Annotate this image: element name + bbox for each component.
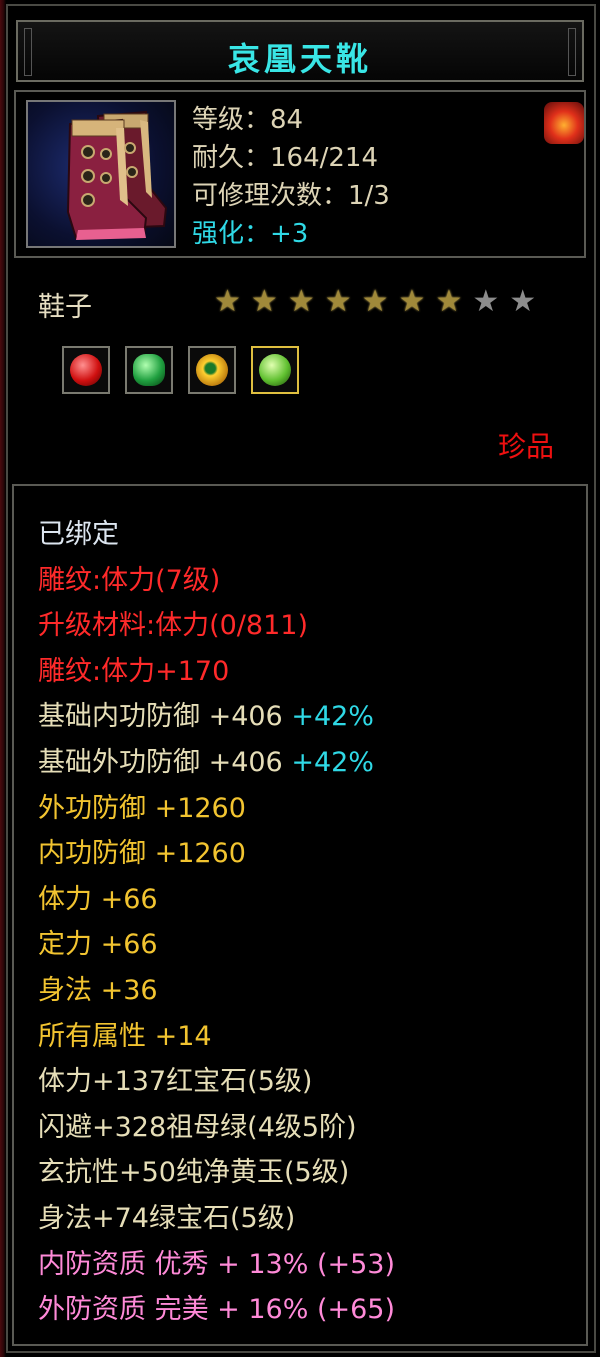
outer-defense: 外功防御 +1260 xyxy=(38,792,246,824)
green-gem-icon[interactable] xyxy=(251,346,299,394)
base-outer-defense-value: 基础外功防御 +406 xyxy=(38,746,292,778)
stamina-stat: 体力 +66 xyxy=(38,883,158,915)
star-rating: ★ ★ ★ ★ ★ ★ ★ ★ ★ xyxy=(214,286,536,318)
boots-icon xyxy=(66,110,168,240)
engrave-level: 雕纹:体力(7级) xyxy=(38,564,221,596)
fire-badge-icon xyxy=(544,102,584,144)
gem-bonus-line: 玄抗性+50纯净黄玉(5级) xyxy=(38,1157,350,1189)
base-outer-defense-bonus: +42% xyxy=(291,746,374,778)
base-inner-defense: 基础内功防御 +406 +42% xyxy=(38,694,395,740)
star-filled-icon: ★ xyxy=(250,284,278,319)
item-name: 哀凰天靴 xyxy=(227,40,372,78)
base-inner-defense-value: 基础内功防御 +406 xyxy=(38,701,292,733)
red-gem-icon[interactable] xyxy=(62,346,110,394)
star-empty-icon: ★ xyxy=(509,284,537,319)
item-type: 鞋子 xyxy=(38,292,92,323)
focus-stat: 定力 +66 xyxy=(38,929,158,961)
base-outer-defense: 基础外功防御 +406 +42% xyxy=(38,740,395,786)
base-inner-defense-bonus: +42% xyxy=(291,701,374,733)
gem-bonus-line: 身法+74绿宝石(5级) xyxy=(38,1202,296,1234)
star-empty-icon: ★ xyxy=(472,284,500,319)
outer-defense-quality: 外防资质 完美 + 16% (+65) xyxy=(38,1294,396,1326)
item-tooltip-panel: 哀凰天靴 等级：84 耐久：164/214 可修理次数：1/3 强化：+3 鞋子 xyxy=(0,0,600,1357)
bound-status: 已绑定 xyxy=(38,519,119,550)
star-filled-icon: ★ xyxy=(214,284,241,319)
star-filled-icon: ★ xyxy=(287,284,315,319)
star-filled-icon: ★ xyxy=(435,284,463,319)
item-icon xyxy=(26,100,176,248)
durability-stat: 耐久：164/214 xyxy=(192,143,379,173)
level-stat: 等级：84 xyxy=(192,105,304,135)
inner-defense: 内功防御 +1260 xyxy=(38,838,246,870)
enhance-stat: 强化：+3 xyxy=(192,219,309,249)
gem-bonus-line: 闪避+328祖母绿(4级5阶) xyxy=(38,1111,357,1143)
gem-bonus-line: 体力+137红宝石(5级) xyxy=(38,1066,313,1098)
inner-defense-quality: 内防资质 优秀 + 13% (+53) xyxy=(38,1248,396,1280)
star-filled-icon: ★ xyxy=(398,284,426,319)
attribute-list: 已绑定 雕纹:体力(7级) 升级材料:体力(0/811) 雕纹:体力+170 基… xyxy=(38,512,395,1333)
star-filled-icon: ★ xyxy=(324,284,352,319)
title-bar: 哀凰天靴 xyxy=(16,20,584,82)
emerald-gem-icon[interactable] xyxy=(125,346,173,394)
engrave-bonus: 雕纹:体力+170 xyxy=(38,655,230,687)
gem-sockets xyxy=(62,346,299,394)
rarity-label: 珍品 xyxy=(498,430,555,463)
agility-stat: 身法 +36 xyxy=(38,974,158,1006)
upgrade-material: 升级材料:体力(0/811) xyxy=(38,610,308,642)
all-attributes-stat: 所有属性 +14 xyxy=(38,1020,212,1052)
star-filled-icon: ★ xyxy=(361,284,389,319)
repair-count-stat: 可修理次数：1/3 xyxy=(192,181,390,211)
yellow-jade-gem-icon[interactable] xyxy=(188,346,236,394)
